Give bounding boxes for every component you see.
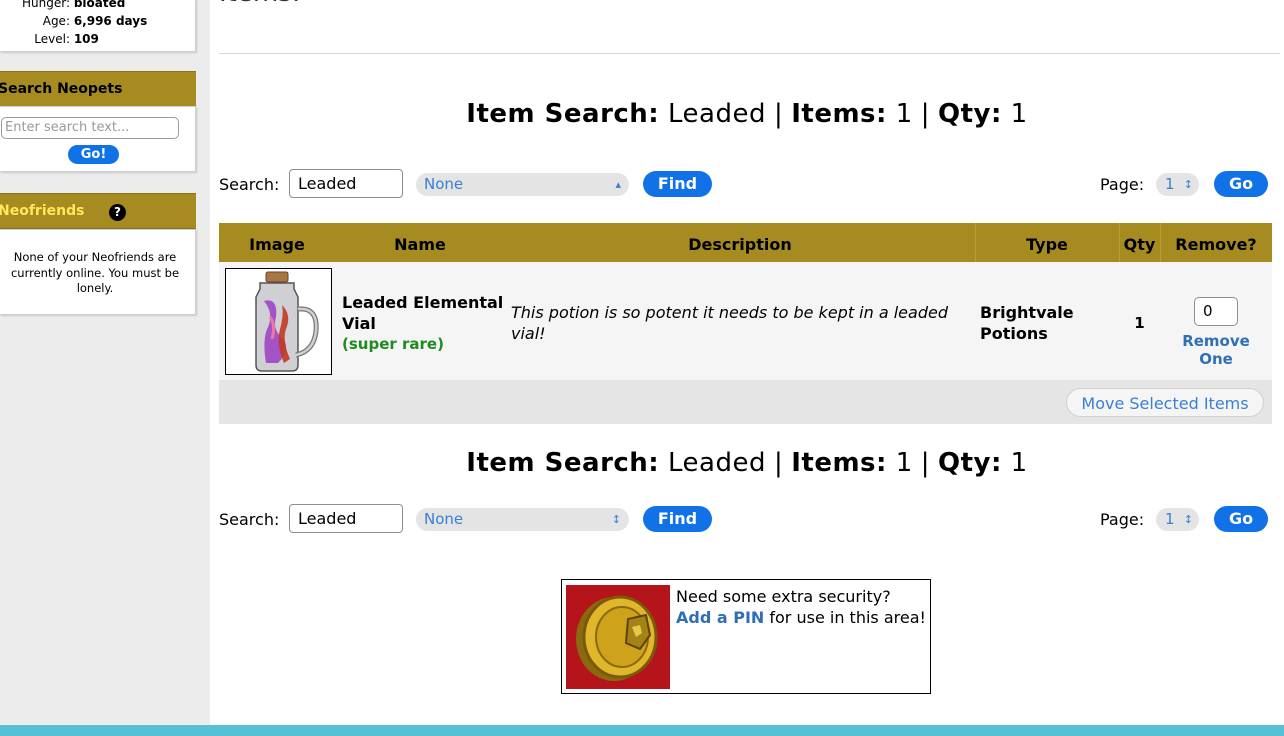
search-neopets-input[interactable]: Enter search text... xyxy=(1,117,179,139)
search-label-bottom: Search: xyxy=(219,510,280,529)
item-search-summary-bottom: Item Search: Leaded | Items: 1 | Qty: 1 xyxy=(466,448,1028,478)
item-image xyxy=(225,268,332,375)
move-selected-items-button[interactable]: Move Selected Items xyxy=(1066,388,1264,417)
chevron-updown-icon: ↕ xyxy=(1183,178,1193,191)
remove-one-link[interactable]: Remove One xyxy=(1165,332,1267,368)
col-name: Name xyxy=(394,235,446,254)
remove-quantity-input[interactable]: 0 xyxy=(1194,297,1238,326)
item-rarity: (super rare) xyxy=(342,335,444,353)
col-qty: Qty xyxy=(1123,235,1156,254)
chevron-updown-icon: ↕ xyxy=(1183,513,1193,526)
pin-coin-image[interactable] xyxy=(566,585,670,689)
main-content: Items: Item Search: Leaded|Items: 1|Qty:… xyxy=(210,0,1284,736)
page-label-bottom: Page: xyxy=(1100,510,1145,529)
page-label: Page: xyxy=(1100,175,1145,194)
col-image: Image xyxy=(249,235,305,254)
search-neopets-go-button[interactable]: Go! xyxy=(68,145,119,164)
search-input-bottom[interactable]: Leaded xyxy=(289,504,403,533)
col-remove: Remove? xyxy=(1175,235,1257,254)
chevron-updown-icon: ▴ xyxy=(615,178,621,191)
go-button-bottom[interactable]: Go xyxy=(1214,506,1268,532)
item-type: Brightvale Potions xyxy=(980,303,1074,343)
col-type: Type xyxy=(1026,235,1068,254)
potion-vial-icon xyxy=(255,271,319,372)
sidebar: Hunger: bloated Age: 6,996 days Level: 1… xyxy=(0,0,210,736)
page-select[interactable]: 1 ↕ xyxy=(1156,173,1199,196)
footer-decoration xyxy=(0,725,1284,736)
add-pin-link[interactable]: Add a PIN xyxy=(676,608,764,627)
find-button-bottom[interactable]: Find xyxy=(643,506,712,532)
stat-level: Level: 109 xyxy=(34,32,99,46)
search-neopets-header: Search Neopets xyxy=(0,71,196,107)
divider xyxy=(219,53,1280,54)
neofriends-header: Neofriends ? xyxy=(0,193,196,229)
search-label: Search: xyxy=(219,175,280,194)
col-description: Description xyxy=(688,235,792,254)
page-select-bottom[interactable]: 1 ↕ xyxy=(1156,508,1199,531)
stat-hunger: Hunger: bloated xyxy=(22,0,126,10)
stat-age: Age: 6,996 days xyxy=(42,14,148,28)
neofriends-message: None of your Neofriends are currently on… xyxy=(10,250,180,295)
page-heading: Items: xyxy=(219,0,301,8)
find-button[interactable]: Find xyxy=(643,171,712,197)
go-button[interactable]: Go xyxy=(1214,171,1268,197)
help-icon[interactable]: ? xyxy=(109,204,126,221)
table-header: Image Name Description Type Qty Remove? xyxy=(219,223,1272,262)
item-description: This potion is so potent it needs to be … xyxy=(511,303,948,343)
item-search-summary: Item Search: Leaded | Items: 1 | Qty: 1 xyxy=(466,99,1028,129)
pin-promo-line2: Add a PIN for use in this area! xyxy=(676,608,926,627)
chevron-updown-icon: ↕ xyxy=(611,513,621,526)
pin-promo-text: Need some extra security? xyxy=(676,587,891,606)
item-name: Leaded Elemental Vial xyxy=(342,293,504,333)
item-qty: 1 xyxy=(1134,314,1145,332)
search-input[interactable]: Leaded xyxy=(289,169,403,198)
gold-coin-icon xyxy=(566,585,670,689)
filter-select-bottom[interactable]: None ↕ xyxy=(416,508,629,531)
filter-select[interactable]: None ▴ xyxy=(416,173,629,196)
